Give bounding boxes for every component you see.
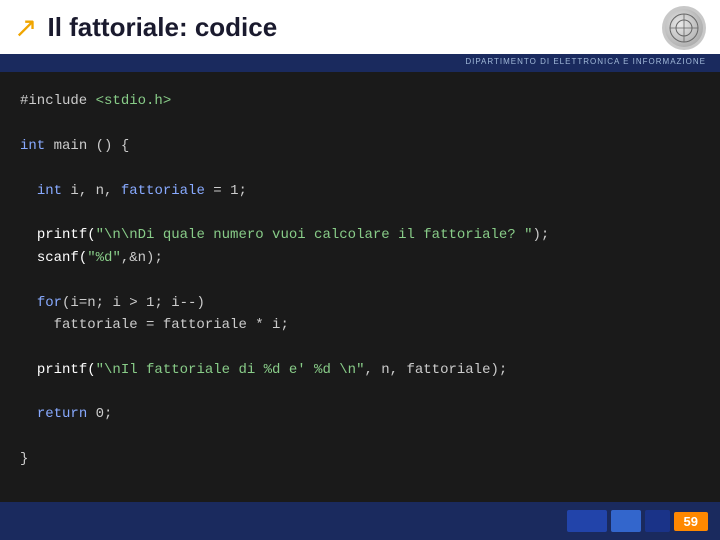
- code-line-7: printf("\n\nDi quale numero vuoi calcola…: [20, 224, 700, 246]
- footer-bar: 59: [0, 502, 720, 540]
- code-line-4: [20, 157, 700, 179]
- code-line-13: printf("\nIl fattoriale di %d e' %d \n",…: [20, 359, 700, 381]
- code-line-6: [20, 202, 700, 224]
- arrow-icon: ↗: [14, 11, 37, 44]
- footer-block-2: [611, 510, 641, 532]
- subheader-bar: DIPARTIMENTO DI ELETTRONICA E INFORMAZIO…: [0, 54, 720, 72]
- code-line-8: scanf("%d",&n);: [20, 247, 700, 269]
- page-number: 59: [674, 512, 708, 531]
- code-line-14: [20, 381, 700, 403]
- code-line-2: [20, 112, 700, 134]
- code-block: #include <stdio.h> int main () { int i, …: [0, 72, 720, 502]
- page-title: Il fattoriale: codice: [47, 12, 277, 43]
- code-line-11: fattoriale = fattoriale * i;: [20, 314, 700, 336]
- department-label: DIPARTIMENTO DI ELETTRONICA E INFORMAZIO…: [465, 57, 706, 66]
- polimi-logo: [662, 6, 706, 50]
- code-line-3: int main () {: [20, 135, 700, 157]
- code-line-17: }: [20, 448, 700, 470]
- code-line-15: return 0;: [20, 403, 700, 425]
- code-line-5: int i, n, fattoriale = 1;: [20, 180, 700, 202]
- footer-block-1: [567, 510, 607, 532]
- code-line-1: #include <stdio.h>: [20, 90, 700, 112]
- code-line-12: [20, 336, 700, 358]
- code-line-9: [20, 269, 700, 291]
- logo: [662, 6, 706, 50]
- footer-block-3: [645, 510, 670, 532]
- code-line-16: [20, 426, 700, 448]
- header: ↗ Il fattoriale: codice: [0, 0, 720, 54]
- code-line-10: for(i=n; i > 1; i--): [20, 292, 700, 314]
